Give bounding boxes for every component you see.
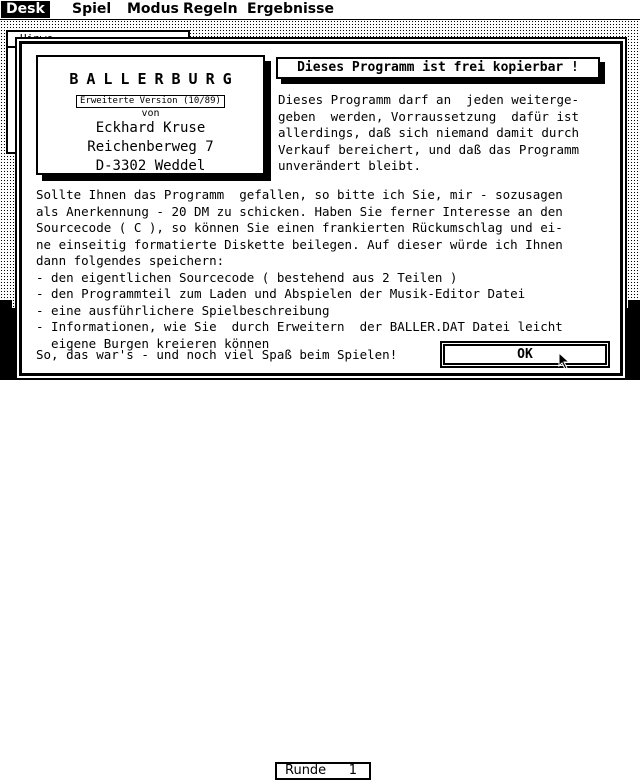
author-box: BALLERBURG Erweiterte Version (10/89) vo… <box>36 55 265 175</box>
round-label: Runde <box>285 763 327 778</box>
menu-bar: Desk Spiel Modus Regeln Ergebnisse <box>0 0 640 20</box>
author-street: Reichenberweg 7 <box>87 139 214 155</box>
mouse-pointer-icon <box>558 352 571 370</box>
menu-regeln[interactable]: Regeln <box>178 1 243 18</box>
status-bar: Runde 1 <box>0 380 640 780</box>
shareware-text: Sollte Ihnen das Programm gefallen, so b… <box>36 187 563 351</box>
author-city: D-3302 Weddel <box>95 158 206 174</box>
author-name: Eckhard Kruse <box>95 120 206 136</box>
app-title: BALLERBURG <box>69 70 240 88</box>
round-indicator: Runde 1 <box>275 762 371 780</box>
headline-box: Dieses Programm ist frei kopierbar ! <box>276 57 600 79</box>
info-dialog: BALLERBURG Erweiterte Version (10/89) vo… <box>19 41 623 376</box>
menu-ergebnisse[interactable]: Ergebnisse <box>242 1 339 18</box>
menu-desk[interactable]: Desk <box>1 1 50 18</box>
ok-button[interactable]: OK <box>443 344 607 365</box>
license-text: Dieses Programm darf an jeden weiterge- … <box>278 92 580 173</box>
round-value: 1 <box>348 763 357 778</box>
author-von: von <box>141 108 160 119</box>
menu-modus[interactable]: Modus <box>122 1 184 18</box>
menu-spiel[interactable]: Spiel <box>67 1 116 18</box>
version-label: Erweiterte Version (10/89) <box>76 95 225 108</box>
